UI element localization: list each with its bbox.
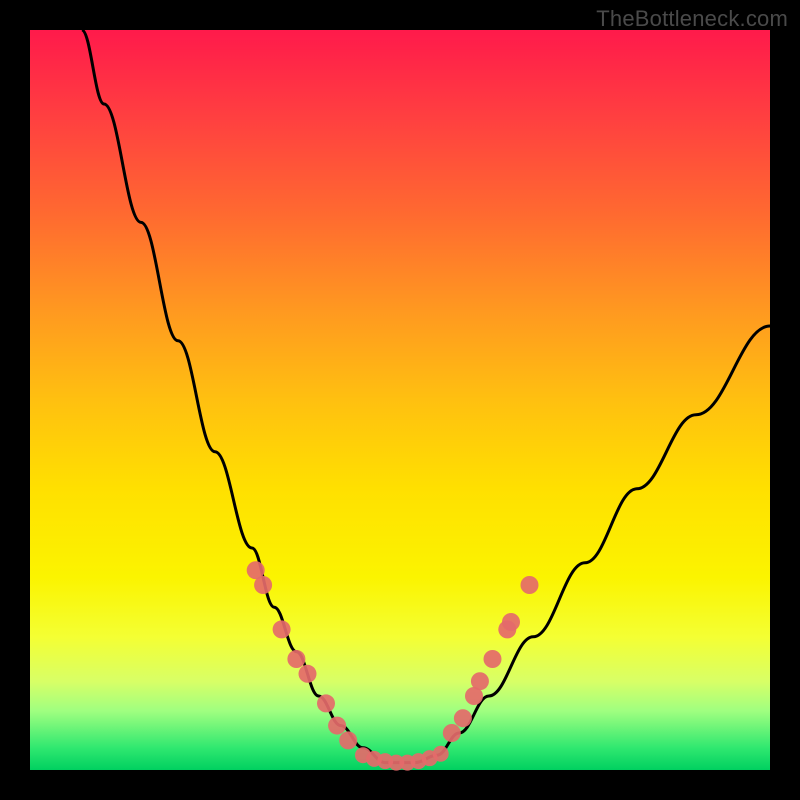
chart-svg <box>30 30 770 770</box>
dot-cluster-right <box>443 576 539 742</box>
chart-plot-area <box>30 30 770 770</box>
data-dot <box>287 650 305 668</box>
data-dot <box>339 731 357 749</box>
data-dot <box>254 576 272 594</box>
data-dot <box>443 724 461 742</box>
curve-path <box>82 30 770 763</box>
dot-cluster-left <box>247 561 358 749</box>
data-dot <box>273 620 291 638</box>
data-dot <box>471 672 489 690</box>
data-dot <box>484 650 502 668</box>
watermark-text: TheBottleneck.com <box>596 6 788 32</box>
data-dot <box>454 709 472 727</box>
data-dot <box>317 694 335 712</box>
data-dot <box>433 746 449 762</box>
data-dot <box>521 576 539 594</box>
bottleneck-curve <box>82 30 770 763</box>
data-dot <box>328 717 346 735</box>
chart-frame: TheBottleneck.com <box>0 0 800 800</box>
data-dot <box>299 665 317 683</box>
data-dot <box>502 613 520 631</box>
